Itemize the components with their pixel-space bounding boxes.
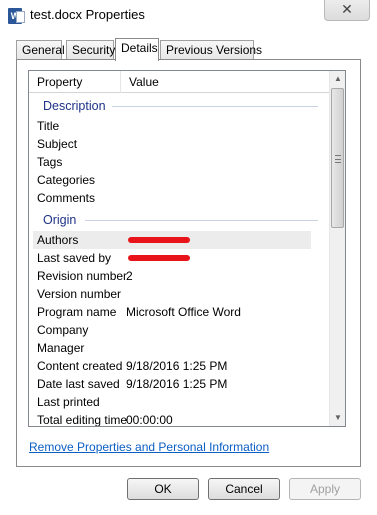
list-item[interactable]: Authors xyxy=(33,231,311,249)
property-name: Date last saved xyxy=(37,377,120,391)
list-item[interactable]: Content created 9/18/2016 1:25 PM xyxy=(33,357,311,375)
list-item[interactable]: Subject xyxy=(33,135,311,153)
close-button[interactable]: ✕ xyxy=(324,0,370,21)
ok-button[interactable]: OK xyxy=(127,478,199,500)
property-value: Microsoft Office Word xyxy=(126,305,241,319)
scroll-down-icon[interactable]: ▼ xyxy=(330,410,345,426)
property-value: 2 xyxy=(126,269,133,283)
tab-general[interactable]: General xyxy=(16,40,65,60)
list-header: Property Value xyxy=(29,71,331,93)
redaction-mark xyxy=(128,237,190,243)
list-item[interactable]: Program name Microsoft Office Word xyxy=(33,303,311,321)
remove-properties-link[interactable]: Remove Properties and Personal Informati… xyxy=(29,440,269,454)
apply-button[interactable]: Apply xyxy=(289,478,361,500)
list-item[interactable]: Last saved by xyxy=(33,249,311,267)
list-item[interactable]: Date last saved 9/18/2016 1:25 PM xyxy=(33,375,311,393)
tab-previous-versions[interactable]: Previous Versions xyxy=(160,40,262,60)
list-item[interactable]: Manager xyxy=(33,339,311,357)
property-name: Last saved by xyxy=(37,251,112,265)
list-item[interactable]: Last printed xyxy=(33,393,311,411)
property-name: Company xyxy=(37,323,89,337)
column-header-property[interactable]: Property xyxy=(29,71,121,93)
property-name: Last printed xyxy=(37,395,100,409)
window-title: test.docx Properties xyxy=(30,7,145,22)
property-name: Version number xyxy=(37,287,122,301)
list-item[interactable]: Total editing time 00:00:00 xyxy=(33,411,311,427)
list-item[interactable]: Title xyxy=(33,117,311,135)
group-divider xyxy=(105,106,318,107)
property-name: Program name xyxy=(37,305,117,319)
list-item[interactable]: Version number xyxy=(33,285,311,303)
property-name: Authors xyxy=(37,233,79,247)
list-item[interactable]: Company xyxy=(33,321,311,339)
list-item[interactable]: Revision number 2 xyxy=(33,267,311,285)
property-name: Revision number xyxy=(37,269,128,283)
property-value: 9/18/2016 1:25 PM xyxy=(126,359,228,373)
property-name: Title xyxy=(37,119,60,133)
property-name: Manager xyxy=(37,341,85,355)
title-bar: W test.docx Properties ✕ xyxy=(0,0,377,32)
column-header-value[interactable]: Value xyxy=(121,71,331,93)
property-name: Comments xyxy=(37,191,96,205)
grip-icon xyxy=(335,155,341,163)
property-value: 9/18/2016 1:25 PM xyxy=(126,377,228,391)
property-name: Content created xyxy=(37,359,123,373)
group-header-origin: Origin xyxy=(43,211,83,229)
redaction-mark xyxy=(128,255,190,261)
scroll-up-icon[interactable]: ▲ xyxy=(330,71,345,87)
list-item[interactable]: Comments xyxy=(33,189,311,207)
cancel-button[interactable]: Cancel xyxy=(208,478,280,500)
property-name: Categories xyxy=(37,173,96,187)
group-header-description: Description xyxy=(43,97,112,115)
properties-list[interactable]: Property Value Description Title Subject… xyxy=(28,70,346,427)
property-name: Subject xyxy=(37,137,78,151)
property-name: Tags xyxy=(37,155,63,169)
tab-details[interactable]: Details xyxy=(115,38,159,61)
tab-security[interactable]: Security xyxy=(66,40,115,60)
property-name: Total editing time xyxy=(37,413,128,427)
vertical-scrollbar[interactable]: ▲ ▼ xyxy=(329,71,345,426)
group-divider xyxy=(85,220,318,221)
scrollbar-thumb[interactable] xyxy=(331,88,344,228)
property-value: 00:00:00 xyxy=(126,413,173,427)
list-item[interactable]: Categories xyxy=(33,171,311,189)
word-document-icon: W xyxy=(8,8,25,24)
close-icon: ✕ xyxy=(341,1,353,17)
list-item[interactable]: Tags xyxy=(33,153,311,171)
